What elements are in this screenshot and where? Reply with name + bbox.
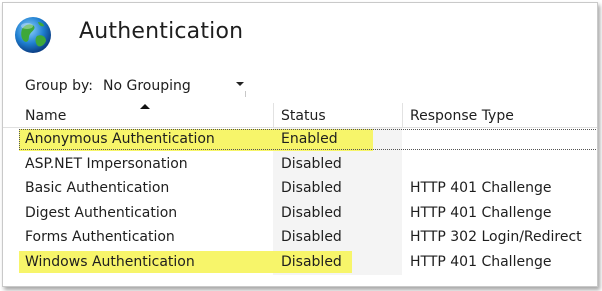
column-header-name[interactable]: Name xyxy=(25,108,66,124)
table-row[interactable]: Anonymous Authentication Enabled xyxy=(3,128,597,153)
table-row[interactable]: ASP.NET Impersonation Disabled xyxy=(3,153,597,178)
table-row[interactable]: Windows Authentication Disabled HTTP 401… xyxy=(3,251,597,276)
row-name: Basic Authentication xyxy=(25,180,170,196)
row-name: Anonymous Authentication xyxy=(25,131,215,147)
sort-ascending-icon xyxy=(140,104,150,109)
row-response-type: HTTP 401 Challenge xyxy=(410,253,552,270)
table-row[interactable]: Basic Authentication Disabled HTTP 401 C… xyxy=(3,177,597,202)
row-status: Disabled xyxy=(281,180,342,196)
group-by-select[interactable]: No Grouping xyxy=(103,78,191,94)
column-header-row: Name Status Response Type xyxy=(3,103,597,128)
iis-authentication-panel: Authentication Group by: No Grouping Nam… xyxy=(2,2,598,287)
authentication-list: Anonymous Authentication Enabled ASP.NET… xyxy=(3,128,597,275)
row-status: Disabled xyxy=(281,204,342,221)
chevron-down-icon[interactable] xyxy=(236,82,244,86)
column-header-response-type[interactable]: Response Type xyxy=(410,108,514,124)
row-status: Disabled xyxy=(281,253,342,270)
column-divider[interactable] xyxy=(402,103,403,127)
globe-icon xyxy=(15,17,51,53)
page-title: Authentication xyxy=(79,19,244,44)
row-status: Disabled xyxy=(281,229,342,245)
table-row[interactable]: Forms Authentication Disabled HTTP 302 L… xyxy=(3,226,597,251)
row-name: Digest Authentication xyxy=(25,204,178,221)
column-header-status[interactable]: Status xyxy=(281,108,326,124)
table-row[interactable]: Digest Authentication Disabled HTTP 401 … xyxy=(3,202,597,227)
row-response-type: HTTP 401 Challenge xyxy=(410,204,552,221)
panel-header: Authentication xyxy=(3,3,597,65)
row-name: Windows Authentication xyxy=(25,253,195,270)
row-response-type: HTTP 302 Login/Redirect xyxy=(410,229,582,245)
row-name: Forms Authentication xyxy=(25,229,175,245)
row-status: Enabled xyxy=(281,131,338,147)
divider xyxy=(245,91,246,97)
column-divider[interactable] xyxy=(273,103,274,127)
row-name: ASP.NET Impersonation xyxy=(25,155,188,172)
group-by-bar: Group by: No Grouping xyxy=(3,73,597,99)
group-by-label: Group by: xyxy=(25,78,93,94)
row-status: Disabled xyxy=(281,155,342,172)
row-response-type: HTTP 401 Challenge xyxy=(410,180,552,196)
